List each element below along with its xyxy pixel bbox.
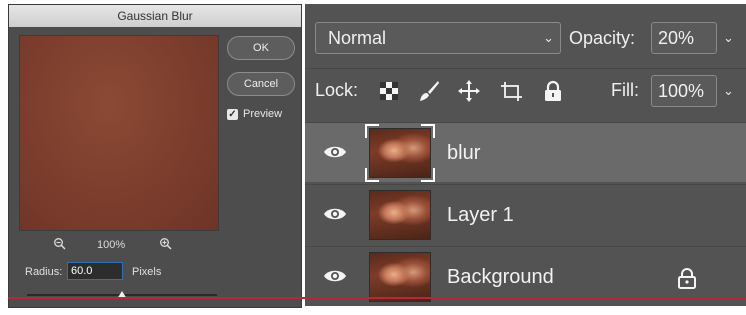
lock-artboards-icon[interactable] — [499, 79, 523, 103]
layer-thumbnail[interactable] — [369, 252, 431, 302]
lock-label: Lock: — [315, 80, 359, 100]
ok-button[interactable]: OK — [227, 36, 295, 60]
zoom-out-icon[interactable] — [53, 237, 67, 253]
layer-name[interactable]: blur — [447, 123, 480, 183]
opacity-dropdown-icon[interactable]: ⌄ — [723, 22, 734, 54]
preview-checkbox-row[interactable]: ✓ Preview — [227, 107, 282, 121]
layer-thumbnail[interactable] — [369, 190, 431, 240]
fill-label: Fill: — [611, 80, 639, 100]
layer-row-layer-1[interactable]: Layer 1 — [305, 184, 746, 244]
selected-thumbnail-frame — [365, 124, 435, 182]
layer-name[interactable]: Layer 1 — [447, 185, 514, 245]
panel-divider — [305, 68, 746, 69]
preview-checkbox[interactable]: ✓ — [227, 108, 238, 120]
lock-all-icon[interactable] — [541, 79, 565, 103]
blend-mode-select[interactable]: Normal ⌄ — [315, 22, 561, 54]
fill-dropdown-icon[interactable]: ⌄ — [723, 75, 734, 107]
layer-lock-icon — [677, 267, 697, 289]
blend-mode-value: Normal — [328, 28, 387, 48]
fill-field[interactable]: 100% — [651, 75, 717, 107]
radius-label: Radius: — [25, 266, 63, 278]
layer-row-blur[interactable]: blur — [305, 122, 746, 182]
visibility-eye-icon[interactable] — [323, 265, 347, 287]
preview-label: Preview — [243, 108, 283, 120]
lock-image-pixels-icon[interactable] — [417, 79, 441, 103]
opacity-label: Opacity: — [569, 28, 636, 48]
opacity-field[interactable]: 20% — [651, 22, 717, 54]
dialog-title: Gaussian Blur — [9, 5, 301, 27]
blur-preview-area[interactable] — [19, 35, 219, 231]
chevron-down-icon: ⌄ — [543, 30, 554, 45]
cancel-button[interactable]: Cancel — [227, 72, 295, 96]
accent-divider-line — [8, 297, 746, 299]
lock-transparent-pixels-icon[interactable] — [377, 79, 401, 103]
lock-position-icon[interactable] — [457, 79, 481, 103]
visibility-eye-icon[interactable] — [323, 141, 347, 163]
zoom-in-icon[interactable] — [159, 237, 173, 253]
zoom-level: 100% — [97, 239, 126, 251]
gaussian-blur-dialog: Gaussian Blur OK Cancel ✓ Preview 100% R… — [8, 4, 302, 308]
radius-units: Pixels — [132, 266, 162, 278]
radius-input[interactable] — [67, 262, 123, 280]
layers-panel: Normal ⌄ Opacity: 20% ⌄ Lock: Fill: 100%… — [305, 4, 746, 306]
visibility-eye-icon[interactable] — [323, 203, 347, 225]
